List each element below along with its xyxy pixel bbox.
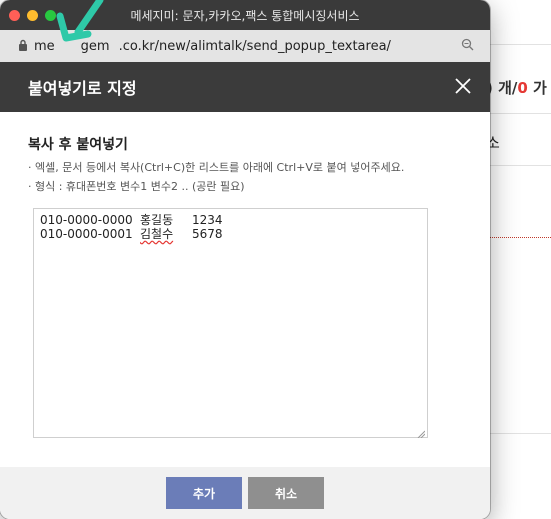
count-value: 0 — [517, 79, 528, 97]
background-recipient-count: ) 개/0 가 — [486, 77, 547, 98]
lock-icon — [18, 39, 28, 54]
section-title: 복사 후 붙여넣기 — [28, 137, 128, 153]
paste-textarea[interactable]: 010-0000-0000 홍길동 1234 010-0000-0001 김철수… — [33, 208, 428, 439]
count-open: ) 개/ — [486, 79, 518, 97]
zoom-window-button[interactable] — [45, 10, 56, 21]
url-path: /new/alimtalk/send_popup_textarea/ — [154, 38, 391, 54]
description-line-1: · 엑셀, 문서 등에서 복사(Ctrl+C)한 리스트를 아래에 Ctrl+V… — [28, 161, 405, 174]
variable-2: 1234 — [192, 213, 223, 227]
textarea-line: 010-0000-0001 김철수 5678 — [40, 227, 421, 241]
close-icon[interactable] — [452, 75, 474, 97]
window-titlebar[interactable]: 메세지미: 문자,카카오,팩스 통합메시징서비스 — [0, 0, 490, 30]
resize-grip-icon[interactable] — [417, 427, 426, 439]
phone-number: 010-0000-0001 — [40, 227, 133, 241]
modal-header: 붙여넣기로 지정 — [0, 62, 490, 112]
modal-footer: 추가 취소 — [0, 467, 490, 519]
url-text[interactable]: me gem .co.kr/new/alimtalk/send_popup_text… — [34, 39, 461, 54]
url-middle: gem — [80, 38, 110, 54]
url-prefix: me — [34, 38, 55, 54]
add-button[interactable]: 추가 — [166, 477, 242, 509]
url-host-end: .co.kr — [118, 38, 155, 54]
variable-1: 김철수 — [140, 227, 174, 241]
popup-window: 메세지미: 문자,카카오,팩스 통합메시징서비스 me gem .co.kr/new… — [0, 0, 490, 519]
zoom-icon[interactable] — [461, 38, 474, 55]
variable-1: 홍길동 — [140, 213, 174, 227]
variable-2: 5678 — [192, 227, 223, 241]
cancel-button[interactable]: 취소 — [248, 477, 324, 509]
window-controls — [9, 10, 56, 21]
address-bar[interactable]: me gem .co.kr/new/alimtalk/send_popup_text… — [0, 30, 490, 63]
count-close: 가 — [527, 79, 547, 97]
textarea-line: 010-0000-0000 홍길동 1234 — [40, 213, 421, 227]
close-window-button[interactable] — [9, 10, 20, 21]
modal-title: 붙여넣기로 지정 — [28, 79, 137, 98]
modal-body: 복사 후 붙여넣기 · 엑셀, 문서 등에서 복사(Ctrl+C)한 리스트를 … — [0, 112, 490, 467]
phone-number: 010-0000-0000 — [40, 213, 133, 227]
minimize-window-button[interactable] — [27, 10, 38, 21]
window-title: 메세지미: 문자,카카오,팩스 통합메시징서비스 — [130, 8, 360, 23]
description-line-2: · 형식 : 휴대폰번호 변수1 변수2 .. (공란 필요) — [28, 180, 245, 193]
